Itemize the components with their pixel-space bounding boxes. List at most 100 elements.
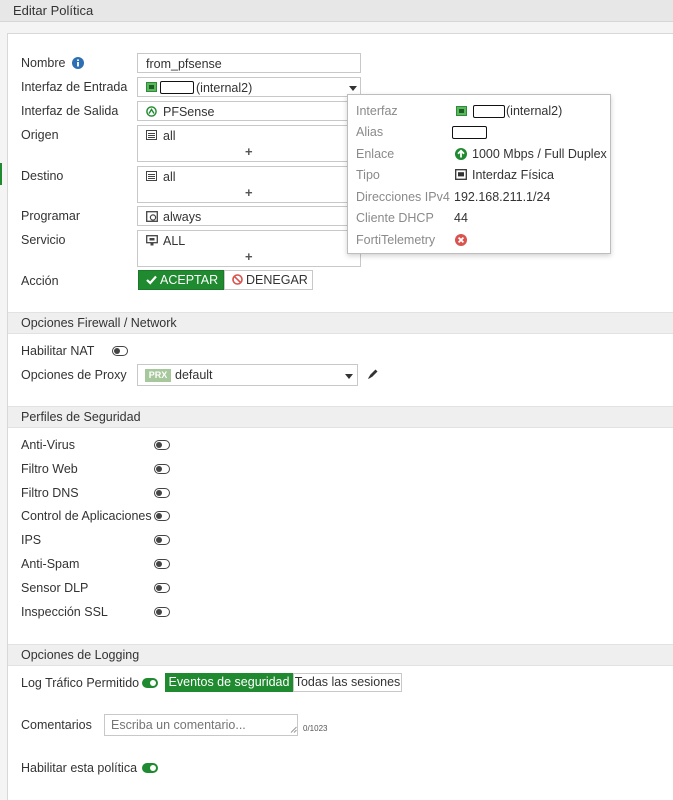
active-indicator [0, 163, 2, 185]
deny-button[interactable]: DENEGAR [224, 270, 313, 290]
log-all-sessions-option[interactable]: Todas las sesiones [293, 673, 402, 692]
proxy-select[interactable]: PRX default [137, 364, 358, 386]
sdwan-icon [146, 106, 157, 117]
popover-key-tipo: Tipo [356, 168, 380, 182]
origen-label: Origen [21, 128, 59, 142]
redacted-box [473, 105, 505, 118]
page-header: Editar Política [0, 0, 673, 22]
security-profile-label: Control de Aplicaciones [21, 509, 152, 523]
security-profile-toggle[interactable] [154, 511, 170, 521]
destino-value: all [163, 170, 176, 184]
physical-port-icon [455, 169, 467, 180]
page-title: Editar Política [13, 3, 94, 18]
security-profile-label: Sensor DLP [21, 581, 89, 595]
entrada-label: Interfaz de Entrada [21, 80, 128, 94]
salida-select[interactable]: PFSense [137, 101, 361, 121]
log-traffic-label: Log Tráfico Permitido [21, 676, 140, 690]
pencil-icon[interactable] [367, 368, 379, 380]
redacted-box [160, 81, 194, 94]
destino-field[interactable]: all + [137, 166, 361, 203]
resize-handle-icon[interactable] [290, 726, 297, 733]
security-profile-label: IPS [21, 533, 42, 547]
destino-add-button[interactable]: + [245, 185, 253, 200]
nat-label: Habilitar NAT [21, 344, 95, 358]
security-profile-toggle[interactable] [154, 607, 170, 617]
entrada-value: (internal2) [196, 81, 253, 95]
salida-label: Interfaz de Salida [21, 104, 119, 118]
redacted-box [452, 126, 487, 139]
accept-label: ACEPTAR [160, 273, 219, 287]
nombre-value: from_pfsense [146, 57, 222, 71]
security-profile-toggle[interactable] [154, 535, 170, 545]
origen-add-button[interactable]: + [245, 144, 253, 159]
popover-key-fortitelemetry: FortiTelemetry [356, 233, 436, 247]
programar-label: Programar [21, 209, 81, 223]
security-profile-toggle[interactable] [154, 559, 170, 569]
accept-button[interactable]: ACEPTAR [138, 270, 224, 290]
proxy-value: default [175, 368, 213, 382]
ban-icon [232, 274, 243, 285]
comments-label: Comentarios [21, 718, 92, 732]
programar-value: always [163, 210, 202, 224]
programar-select[interactable]: always [137, 206, 361, 226]
security-profile-label: Anti-Virus [21, 438, 75, 452]
servicio-value: ALL [163, 234, 186, 248]
popover-key-alias: Alias [356, 125, 384, 139]
comments-counter: 0/1023 [303, 724, 328, 733]
popover-key-interfaz: Interfaz [356, 104, 398, 118]
popover-value-ipv4: 192.168.211.1/24 [454, 190, 551, 204]
info-icon[interactable] [72, 57, 84, 69]
security-profile-toggle[interactable] [154, 583, 170, 593]
security-profile-toggle[interactable] [154, 440, 170, 450]
security-profile-label: Anti-Spam [21, 557, 80, 571]
interface-details-popover: Interfaz (internal2) Alias Enlace 1000 M… [347, 94, 611, 254]
servicio-label: Servicio [21, 233, 66, 247]
firewall-section-header: Opciones Firewall / Network [8, 312, 673, 334]
popover-key-dhcp: Cliente DHCP [356, 211, 434, 225]
disabled-x-icon [455, 234, 467, 246]
log-security-events-option[interactable]: Eventos de seguridad [165, 673, 293, 692]
proxy-badge: PRX [145, 369, 171, 382]
chevron-down-icon [345, 374, 353, 379]
address-icon [146, 171, 157, 181]
security-profile-label: Inspección SSL [21, 605, 108, 619]
schedule-icon [146, 211, 158, 222]
popover-value-tipo: Interdaz Física [472, 168, 554, 182]
network-port-icon [146, 82, 157, 92]
popover-value-interfaz: (internal2) [506, 104, 563, 118]
enable-policy-toggle[interactable] [142, 763, 158, 773]
security-profile-toggle[interactable] [154, 464, 170, 474]
link-up-icon [455, 148, 467, 160]
popover-value-enlace: 1000 Mbps / Full Duplex [472, 147, 607, 161]
service-icon [146, 235, 158, 246]
comments-textarea[interactable] [104, 714, 298, 736]
servicio-add-button[interactable]: + [245, 249, 253, 264]
chevron-down-icon [349, 86, 357, 91]
popover-key-enlace: Enlace [356, 147, 395, 161]
security-section-header: Perfiles de Seguridad [8, 406, 673, 428]
popover-key-ipv4: Direcciones IPv4 [356, 190, 450, 204]
security-profile-label: Filtro DNS [21, 486, 79, 500]
log-traffic-toggle[interactable] [142, 678, 158, 688]
security-profile-toggle[interactable] [154, 488, 170, 498]
entrada-select[interactable]: (internal2) [137, 77, 361, 97]
nat-toggle[interactable] [112, 346, 128, 356]
nombre-input[interactable]: from_pfsense [137, 53, 361, 73]
popover-value-dhcp: 44 [454, 211, 468, 225]
address-icon [146, 130, 157, 140]
enable-policy-label: Habilitar esta política [21, 761, 138, 775]
security-profile-label: Filtro Web [21, 462, 78, 476]
accion-label: Acción [21, 274, 59, 288]
check-icon [146, 275, 157, 285]
destino-label: Destino [21, 169, 64, 183]
origen-value: all [163, 129, 176, 143]
origen-field[interactable]: all + [137, 125, 361, 162]
logging-section-header: Opciones de Logging [8, 644, 673, 666]
proxy-label: Opciones de Proxy [21, 368, 127, 382]
deny-label: DENEGAR [246, 273, 308, 287]
salida-value: PFSense [163, 105, 215, 119]
firewall-section-title: Opciones Firewall / Network [21, 316, 177, 330]
servicio-field[interactable]: ALL + [137, 230, 361, 267]
nombre-label: Nombre [21, 56, 66, 70]
security-section-title: Perfiles de Seguridad [21, 410, 141, 424]
